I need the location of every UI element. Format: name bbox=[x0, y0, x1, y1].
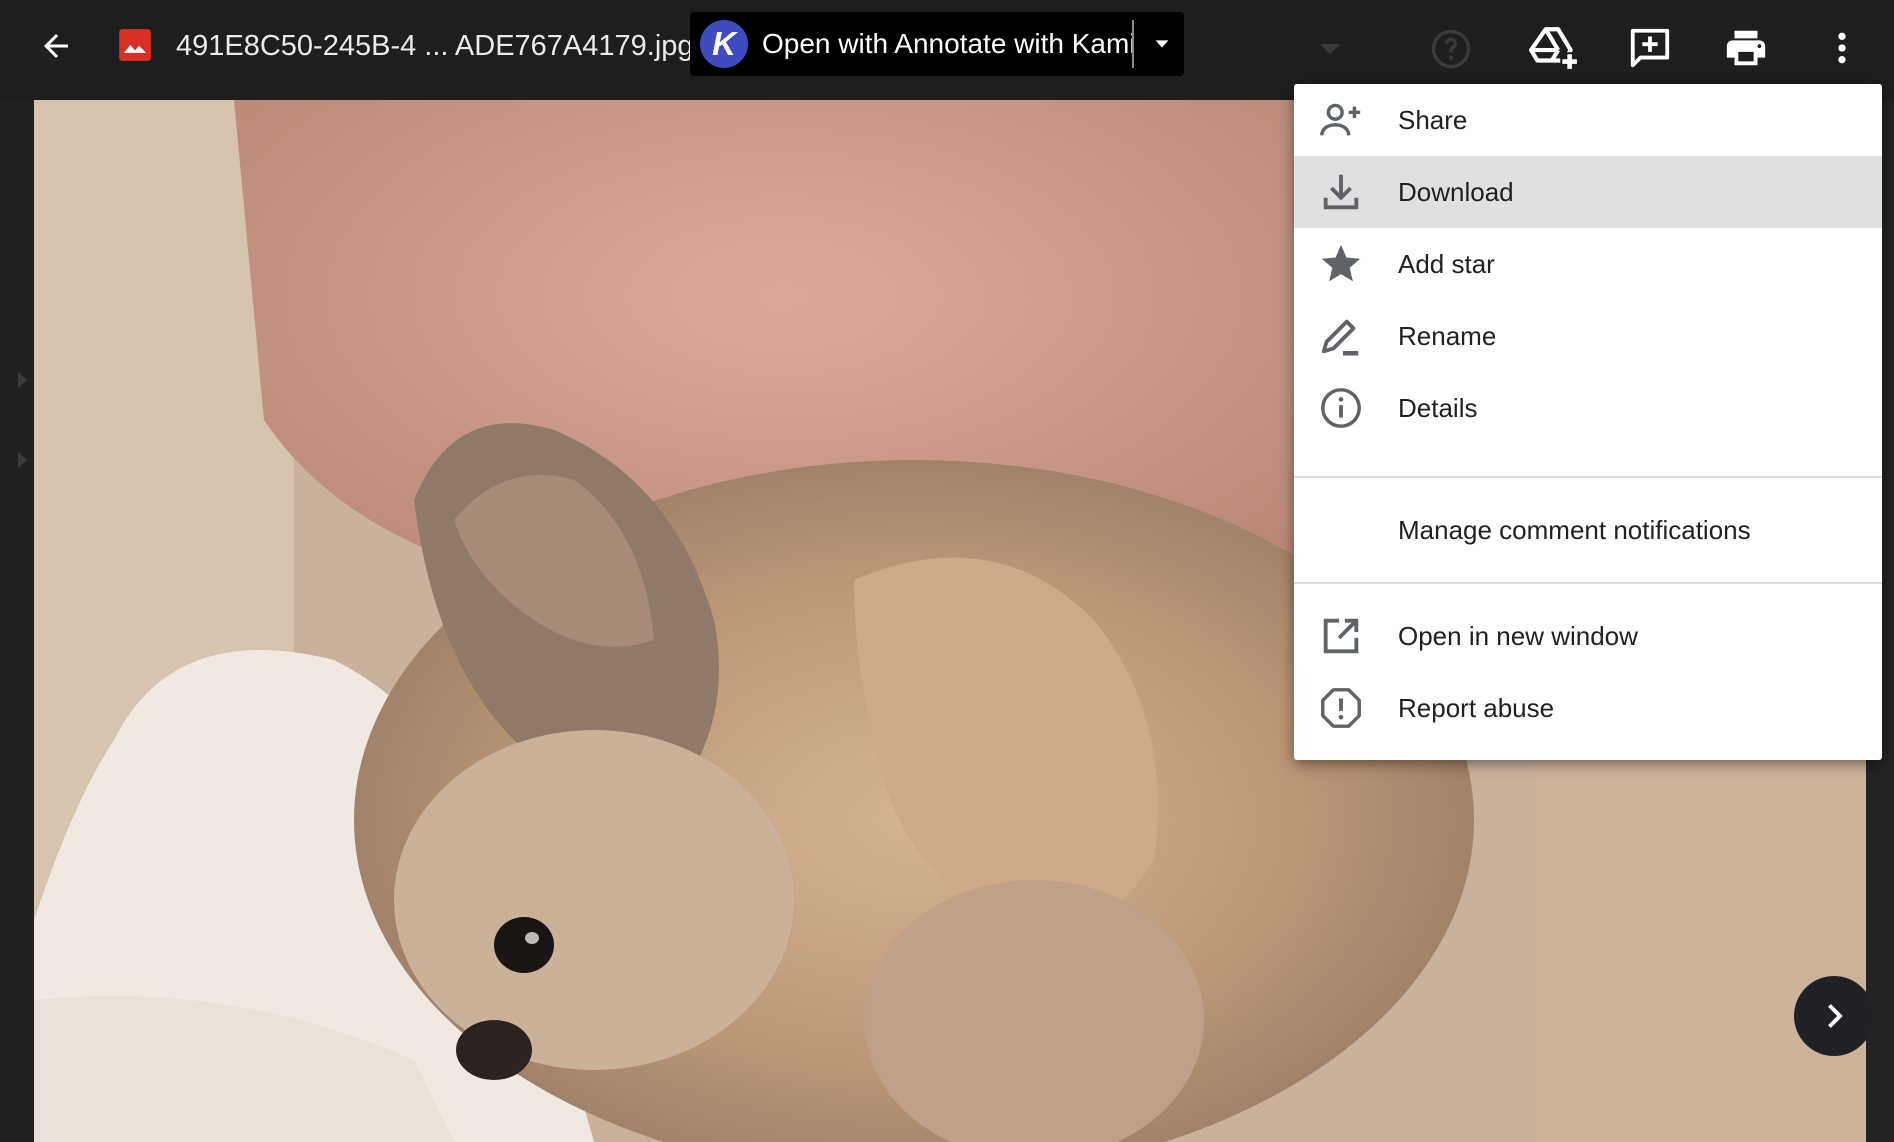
menu-item-label: Report abuse bbox=[1398, 692, 1555, 723]
person-add-icon bbox=[1318, 97, 1364, 143]
rename-pencil-icon bbox=[1318, 313, 1364, 359]
sidebar-expand-caret bbox=[18, 452, 27, 468]
sidebar-expand-caret bbox=[18, 372, 27, 388]
add-comment-icon bbox=[1630, 28, 1670, 68]
menu-item-label: Details bbox=[1398, 392, 1478, 423]
open-with-label: Open with Annotate with Kami bbox=[762, 28, 1136, 59]
back-arrow-icon bbox=[44, 34, 68, 58]
print-icon bbox=[1726, 30, 1766, 66]
menu-item-share[interactable]: Share bbox=[1294, 84, 1882, 156]
menu-item-label: Share bbox=[1398, 104, 1468, 135]
help-icon bbox=[1431, 29, 1471, 69]
file-name: 491E8C50-245B-4 ... ADE767A4179.jpg bbox=[176, 30, 694, 62]
print-button[interactable] bbox=[1716, 18, 1776, 78]
info-icon bbox=[1318, 385, 1364, 431]
back-button[interactable] bbox=[30, 20, 82, 72]
kami-logo-icon: K bbox=[700, 20, 748, 68]
divider bbox=[1132, 20, 1134, 68]
menu-item-details[interactable]: Details bbox=[1294, 372, 1882, 444]
menu-item-label: Rename bbox=[1398, 320, 1497, 351]
download-icon bbox=[1318, 169, 1364, 215]
drive-sidebar-dimmed bbox=[0, 100, 34, 1142]
menu-divider bbox=[1294, 476, 1882, 478]
menu-item-manage-notifications[interactable]: Manage comment notifications bbox=[1294, 494, 1882, 566]
menu-item-open-new-window[interactable]: Open in new window bbox=[1294, 600, 1882, 672]
image-file-icon bbox=[116, 26, 154, 64]
menu-item-label: Add star bbox=[1398, 248, 1495, 279]
menu-item-rename[interactable]: Rename bbox=[1294, 300, 1882, 372]
open-with-button[interactable]: K Open with Annotate with Kami bbox=[690, 12, 1184, 76]
dimmed-caret bbox=[1320, 44, 1340, 54]
open-in-new-icon bbox=[1318, 613, 1364, 659]
more-options-button[interactable] bbox=[1812, 18, 1872, 78]
menu-item-label: Download bbox=[1398, 176, 1514, 207]
menu-item-label: Open in new window bbox=[1398, 620, 1638, 651]
menu-item-add-star[interactable]: Add star bbox=[1294, 228, 1882, 300]
add-to-drive-button[interactable] bbox=[1524, 18, 1584, 78]
report-icon bbox=[1318, 685, 1364, 731]
more-vert-icon bbox=[1838, 32, 1846, 64]
next-image-button[interactable] bbox=[1794, 976, 1874, 1056]
open-with-dropdown[interactable] bbox=[1140, 12, 1184, 76]
add-to-drive-icon bbox=[1529, 27, 1579, 71]
chevron-right-icon bbox=[1828, 1004, 1843, 1028]
add-comment-button[interactable] bbox=[1620, 18, 1680, 78]
chevron-down-icon bbox=[1155, 40, 1169, 48]
menu-divider bbox=[1294, 582, 1882, 584]
star-icon bbox=[1318, 241, 1364, 287]
more-options-menu: Share Download Add star Rename Details M… bbox=[1294, 84, 1882, 760]
menu-item-label: Manage comment notifications bbox=[1398, 514, 1751, 545]
menu-item-download[interactable]: Download bbox=[1294, 156, 1882, 228]
menu-item-report-abuse[interactable]: Report abuse bbox=[1294, 672, 1882, 744]
